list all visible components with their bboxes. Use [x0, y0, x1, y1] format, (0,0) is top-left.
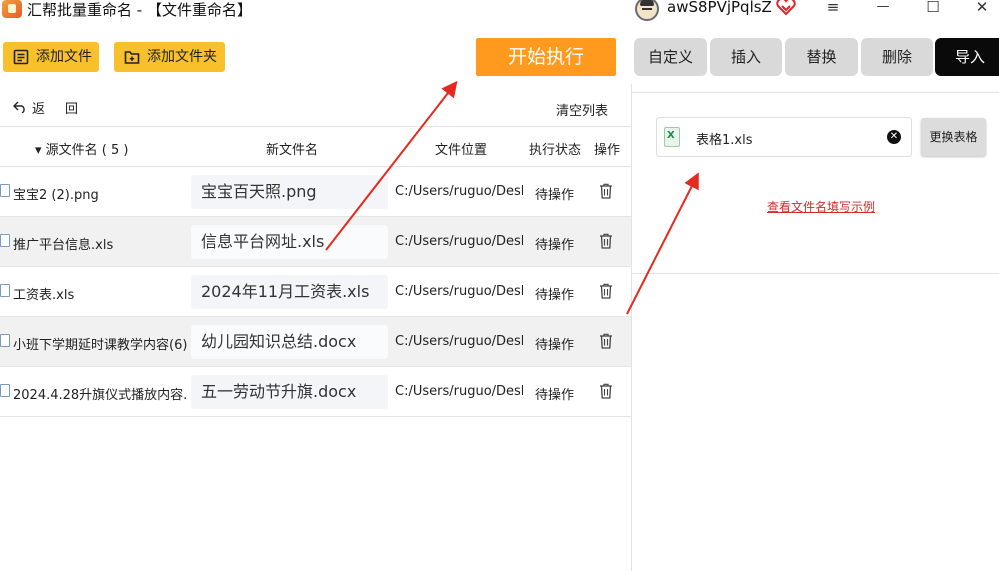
new-filename-field[interactable]: 信息平台网址.xls — [191, 225, 388, 259]
add-file-button[interactable]: 添加文件 — [3, 42, 99, 72]
trash-icon[interactable] — [599, 383, 613, 399]
header-location: 文件位置 — [435, 143, 488, 158]
new-filename-field[interactable]: 五一劳动节升旗.docx — [191, 375, 388, 409]
header-status: 执行状态 — [529, 143, 582, 158]
add-folder-button[interactable]: 添加文件夹 — [114, 42, 225, 72]
excel-file-icon — [664, 127, 680, 147]
new-filename-field[interactable]: 幼儿园知识总结.docx — [191, 325, 388, 359]
tab-delete[interactable]: 删除 — [861, 38, 933, 76]
add-file-label: 添加文件 — [36, 49, 92, 65]
file-icon — [0, 334, 10, 347]
status-text: 待操作 — [535, 388, 575, 403]
back-label: 返 — [32, 102, 46, 117]
table-row[interactable]: 工资表.xls 2024年11月工资表.xls C:/Users/ruguo/D… — [0, 267, 631, 317]
close-button[interactable]: ✕ — [968, 0, 996, 18]
trash-icon[interactable] — [599, 183, 613, 199]
file-icon — [0, 284, 10, 297]
table-header: ▾ 源文件名 ( 5 ) 新文件名 文件位置 执行状态 操作 — [0, 126, 631, 167]
source-filename: 推广平台信息.xls — [13, 238, 114, 253]
back-link[interactable]: 返回 — [12, 98, 78, 117]
source-filename: 工资表.xls — [13, 288, 75, 303]
clear-list-button[interactable]: 清空列表 — [556, 100, 608, 119]
table-row[interactable]: 2024.4.28升旗仪式播放内容.doc 五一劳动节升旗.docx C:/Us… — [0, 367, 631, 417]
file-icon — [0, 234, 10, 247]
header-action: 操作 — [594, 143, 621, 158]
minimize-button[interactable]: — — [869, 0, 897, 18]
header-new-name: 新文件名 — [266, 143, 319, 158]
source-filename: 2024.4.28升旗仪式播放内容.doc — [13, 388, 187, 403]
import-file-name: 表格1.xls — [696, 133, 753, 148]
trash-icon[interactable] — [599, 333, 613, 349]
source-filename: 小班下学期延时课教学内容(6).doc — [13, 338, 187, 353]
file-location: C:/Users/ruguo/Deskto — [395, 184, 523, 199]
table-row[interactable]: 宝宝2 (2).png 宝宝百天照.png C:/Users/ruguo/Des… — [0, 167, 631, 217]
title-bar: 汇帮批量重命名 - 【文件重命名】 awS8PVjPqlsZ ≡ — ☐ ✕ — [0, 0, 999, 22]
username[interactable]: awS8PVjPqlsZ — [667, 0, 772, 16]
add-folder-label: 添加文件夹 — [147, 49, 217, 65]
app-logo-icon — [2, 0, 22, 18]
file-icon — [0, 384, 10, 397]
file-location: C:/Users/ruguo/Deskto — [395, 284, 523, 299]
trash-icon[interactable] — [599, 283, 613, 299]
clear-file-icon[interactable]: ✕ — [887, 130, 901, 144]
replace-table-button[interactable]: 更换表格 — [921, 118, 986, 156]
maximize-button[interactable]: ☐ — [919, 0, 947, 18]
status-text: 待操作 — [535, 338, 575, 353]
trash-icon[interactable] — [599, 233, 613, 249]
table-row[interactable]: 小班下学期延时课教学内容(6).doc 幼儿园知识总结.docx C:/User… — [0, 317, 631, 367]
vip-heart-icon[interactable] — [776, 0, 796, 16]
header-source-name[interactable]: ▾ 源文件名 ( 5 ) — [35, 139, 128, 158]
file-location: C:/Users/ruguo/Deskto — [395, 384, 523, 399]
status-text: 待操作 — [535, 238, 575, 253]
start-button[interactable]: 开始执行 — [476, 38, 616, 76]
back-label-2: 回 — [65, 102, 79, 117]
window-title: 汇帮批量重命名 - 【文件重命名】 — [27, 1, 252, 19]
file-location: C:/Users/ruguo/Deskto — [395, 234, 523, 249]
file-location: C:/Users/ruguo/Deskto — [395, 334, 523, 349]
file-table: ▾ 源文件名 ( 5 ) 新文件名 文件位置 执行状态 操作 宝宝2 (2).p… — [0, 126, 631, 417]
table-row[interactable]: 推广平台信息.xls 信息平台网址.xls C:/Users/ruguo/Des… — [0, 217, 631, 267]
source-filename: 宝宝2 (2).png — [13, 188, 99, 203]
filename-example-link[interactable]: 查看文件名填写示例 — [767, 198, 875, 215]
import-file-field[interactable]: 表格1.xls ✕ — [656, 117, 912, 157]
user-avatar[interactable] — [635, 0, 659, 21]
add-folder-icon — [124, 51, 140, 64]
new-filename-field[interactable]: 宝宝百天照.png — [191, 175, 388, 209]
tab-import[interactable]: 导入 — [935, 38, 999, 76]
tab-custom[interactable]: 自定义 — [634, 38, 707, 76]
app-window: 汇帮批量重命名 - 【文件重命名】 awS8PVjPqlsZ ≡ — ☐ ✕ 添… — [0, 0, 999, 571]
back-arrow-icon — [13, 101, 25, 113]
add-file-icon — [13, 49, 29, 65]
status-text: 待操作 — [535, 288, 575, 303]
tab-replace[interactable]: 替换 — [785, 38, 858, 76]
menu-icon[interactable]: ≡ — [819, 0, 847, 18]
file-icon — [0, 184, 10, 197]
status-text: 待操作 — [535, 188, 575, 203]
tab-insert[interactable]: 插入 — [710, 38, 782, 76]
new-filename-field[interactable]: 2024年11月工资表.xls — [191, 275, 388, 309]
